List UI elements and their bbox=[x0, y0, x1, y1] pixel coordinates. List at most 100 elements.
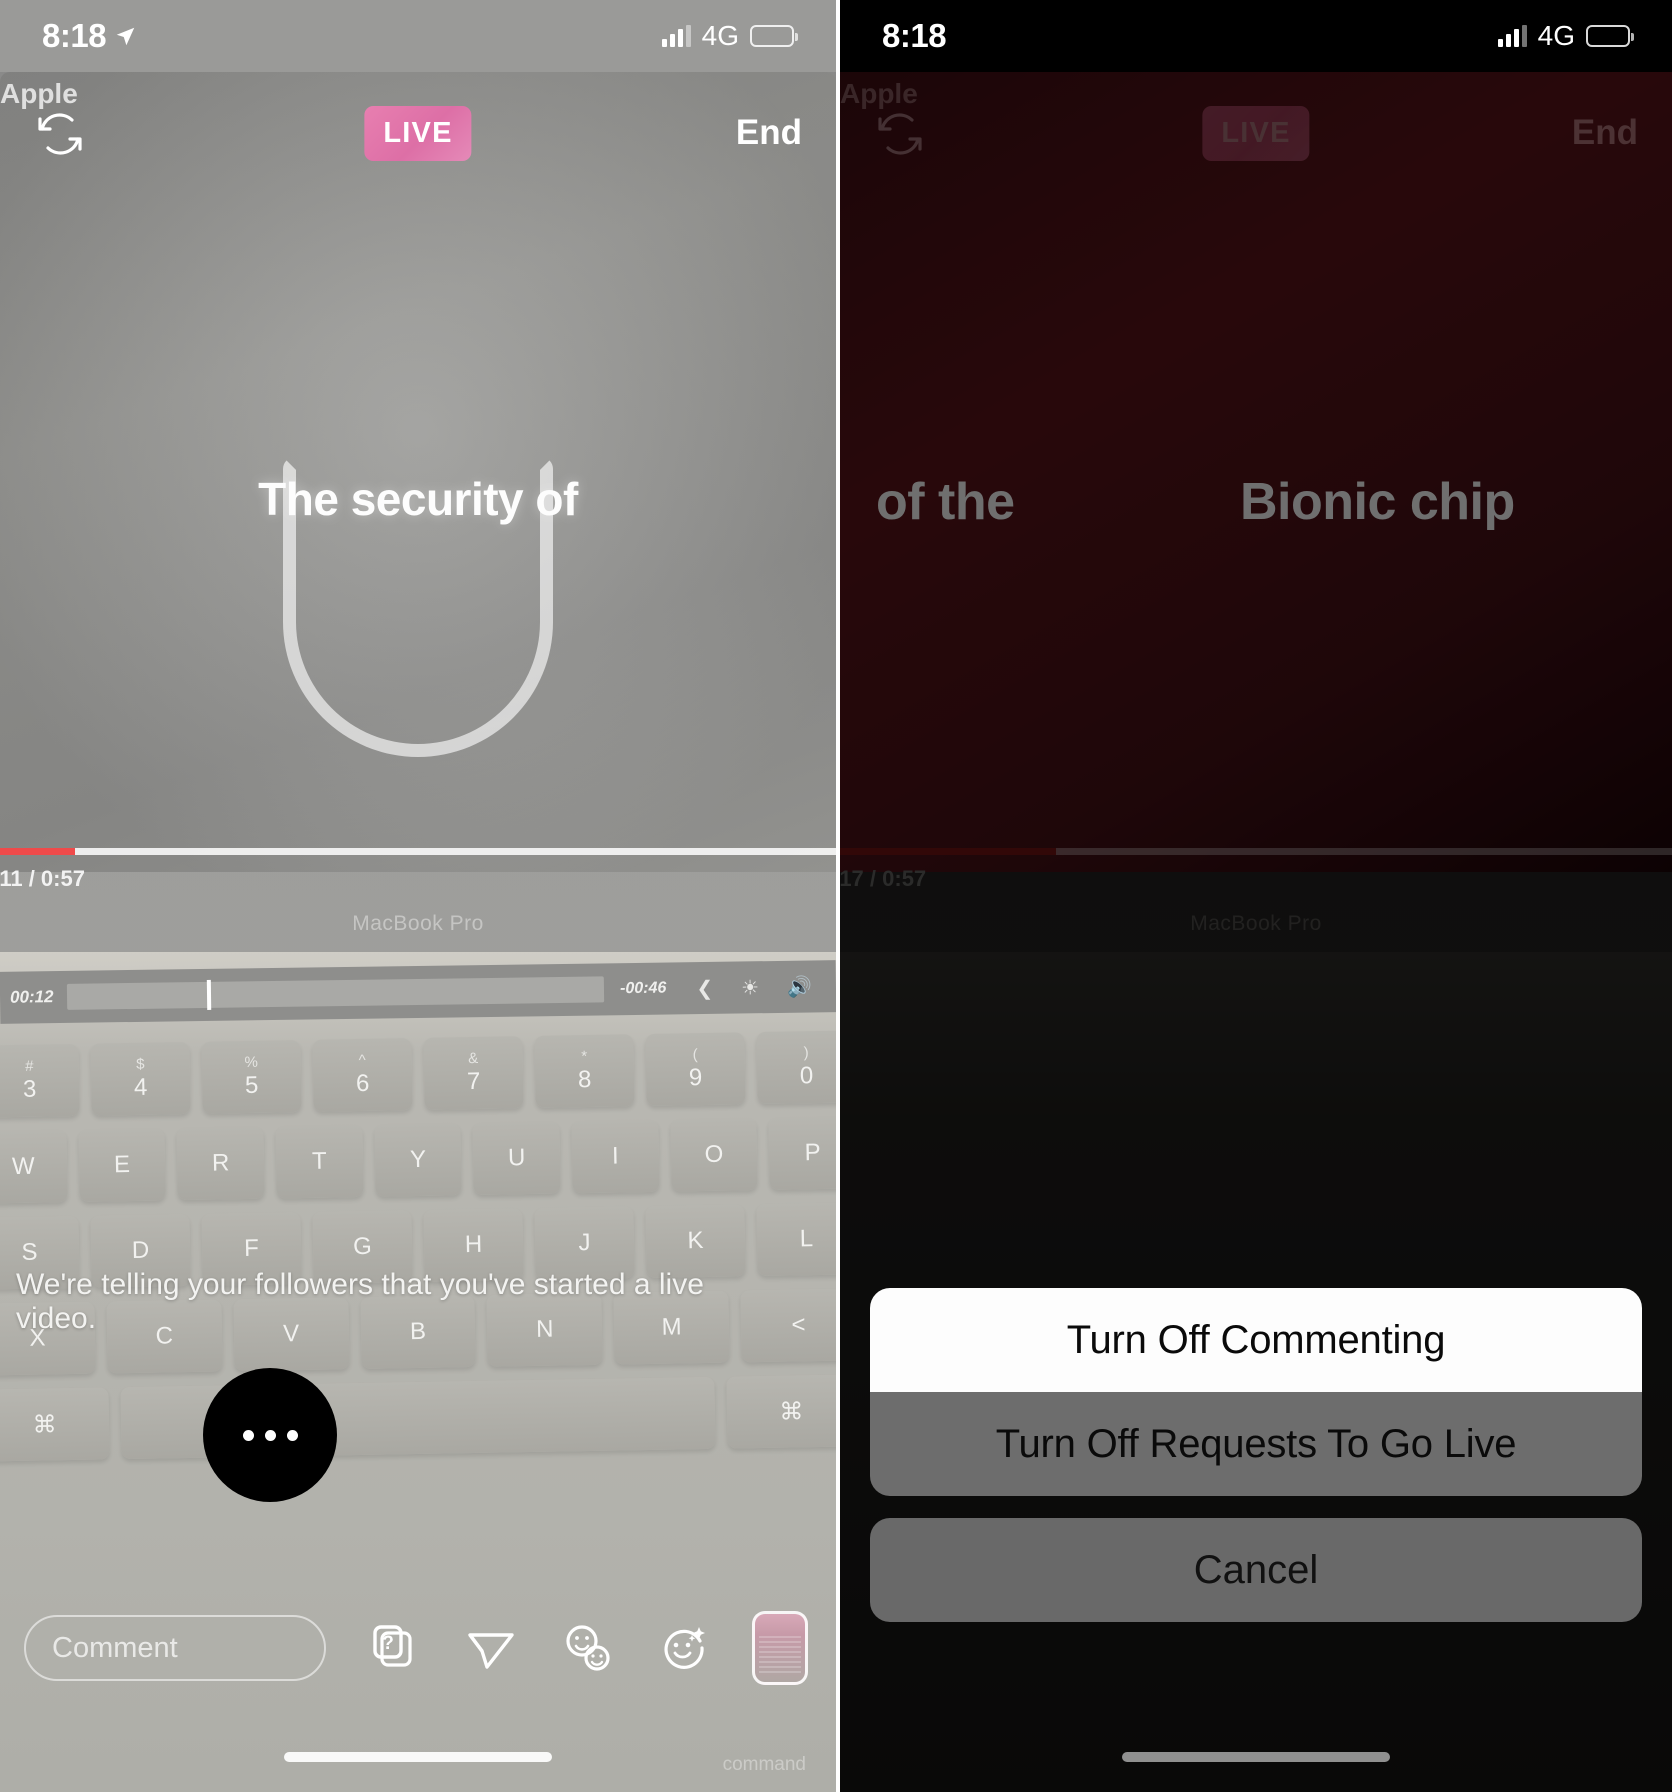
key-6-label: 6 bbox=[355, 1069, 370, 1097]
face-sparkles-icon[interactable] bbox=[656, 1621, 710, 1675]
key-4-sup: $ bbox=[135, 1055, 145, 1073]
camera-preview-thumbnail[interactable] bbox=[752, 1611, 808, 1685]
key-7-sup: & bbox=[468, 1049, 479, 1067]
touch-bar[interactable]: 00:12 -00:46 ❮ ☀ 🔊 bbox=[0, 960, 836, 1024]
status-bar-time: 8:18 bbox=[42, 17, 107, 54]
key-6[interactable]: ^ 6 bbox=[312, 1038, 413, 1112]
key-6-sup: ^ bbox=[358, 1051, 366, 1069]
two-panel-screenshot: The security of :11 / 0:57 MacBook Pro 0… bbox=[0, 0, 1672, 1792]
key-y[interactable]: Y bbox=[374, 1123, 462, 1197]
key-e[interactable]: E bbox=[78, 1128, 167, 1202]
key-3-label: 3 bbox=[22, 1075, 37, 1103]
touchbar-elapsed: 00:12 bbox=[9, 987, 54, 1007]
status-bar-indicators-right: 4G bbox=[1497, 20, 1634, 52]
turn-off-requests-option[interactable]: Turn Off Requests To Go Live bbox=[870, 1392, 1642, 1496]
volume-icon[interactable]: 🔊 bbox=[787, 974, 812, 999]
key-i-label: I bbox=[611, 1142, 619, 1170]
live-bottom-toolbar: Comment ? bbox=[0, 1600, 836, 1696]
ellipsis-icon bbox=[242, 1429, 298, 1441]
command-key-left-label: ⌘ bbox=[32, 1410, 57, 1439]
end-live-button-right[interactable]: End bbox=[1572, 113, 1638, 153]
rotate-camera-icon[interactable] bbox=[34, 107, 86, 159]
battery-icon-right bbox=[1586, 25, 1634, 47]
device-label: MacBook Pro bbox=[352, 912, 484, 935]
question-sticker-icon[interactable]: ? bbox=[368, 1621, 422, 1675]
chevron-left-icon[interactable]: ❮ bbox=[696, 975, 713, 1000]
key-7-label: 7 bbox=[466, 1067, 481, 1095]
command-key-right[interactable]: ⌘ bbox=[726, 1374, 836, 1449]
key-y-label: Y bbox=[409, 1145, 427, 1174]
action-sheet: Turn Off Commenting Turn Off Requests To… bbox=[870, 1288, 1642, 1622]
key-9[interactable]: (9 bbox=[645, 1032, 746, 1107]
cellular-bars-icon-right bbox=[1497, 25, 1527, 47]
two-faces-icon[interactable] bbox=[560, 1621, 614, 1675]
key-w-label: W bbox=[11, 1152, 35, 1181]
live-header: Apple LIVE End bbox=[0, 78, 836, 178]
key-k-label: K bbox=[687, 1227, 704, 1255]
live-system-message: We're telling your followers that you've… bbox=[16, 1268, 704, 1335]
key-7[interactable]: & 7 bbox=[423, 1036, 524, 1110]
cancel-label: Cancel bbox=[1193, 1547, 1319, 1592]
key-p-label: P bbox=[804, 1138, 821, 1167]
command-key-left[interactable]: ⌘ bbox=[0, 1387, 110, 1462]
comment-placeholder: Comment bbox=[52, 1631, 178, 1664]
key-g-label: G bbox=[352, 1232, 373, 1261]
key-5[interactable]: % 5 bbox=[201, 1040, 302, 1114]
video-progress-bar[interactable] bbox=[0, 848, 836, 855]
key-0-sup: ) bbox=[803, 1043, 809, 1061]
key-h-label: H bbox=[464, 1230, 483, 1259]
svg-text:?: ? bbox=[382, 1633, 394, 1654]
paper-plane-icon[interactable] bbox=[464, 1621, 518, 1675]
status-bar-indicators: 4G bbox=[661, 20, 798, 52]
key-e-label: E bbox=[113, 1151, 131, 1179]
username-overlay-right: Apple bbox=[840, 78, 918, 109]
key-0-label: 0 bbox=[799, 1061, 814, 1089]
key-3-sup: # bbox=[24, 1057, 34, 1075]
key-o[interactable]: O bbox=[670, 1118, 758, 1192]
turn-off-commenting-label: Turn Off Commenting bbox=[1066, 1317, 1446, 1362]
key-r[interactable]: R bbox=[176, 1126, 265, 1201]
command-key-text: command bbox=[722, 1754, 806, 1775]
key-t-label: T bbox=[311, 1147, 327, 1175]
key-comma-label: < bbox=[791, 1311, 806, 1339]
end-live-button[interactable]: End bbox=[736, 113, 802, 153]
laptop-screen-region: The security of bbox=[0, 72, 836, 872]
command-key-right-label: ⌘ bbox=[779, 1397, 804, 1426]
touchbar-scrubber-knob[interactable] bbox=[206, 979, 212, 1010]
rotate-camera-icon-right[interactable] bbox=[874, 107, 926, 159]
status-bar-time-group-right: 8:18 bbox=[882, 17, 947, 55]
tap-indicator-more-options[interactable] bbox=[203, 1368, 337, 1502]
key-p[interactable]: P bbox=[768, 1116, 836, 1190]
key-4[interactable]: $4 bbox=[90, 1041, 191, 1116]
key-i[interactable]: I bbox=[571, 1119, 660, 1194]
turn-off-commenting-option[interactable]: Turn Off Commenting bbox=[870, 1288, 1642, 1392]
live-header-dimmed: Apple LIVE End bbox=[840, 78, 1672, 178]
key-8[interactable]: * 8 bbox=[534, 1034, 635, 1108]
video-progress-fill bbox=[0, 848, 76, 855]
key-j-label: J bbox=[578, 1228, 591, 1257]
key-k[interactable]: K bbox=[645, 1204, 746, 1279]
key-3[interactable]: #3 bbox=[0, 1043, 80, 1118]
touchbar-scrubber[interactable] bbox=[67, 976, 605, 1010]
keyboard-number-row: #3 $4 % 5 ^ 6 & 7 * 8 (9 ) 0 bbox=[0, 1030, 836, 1118]
video-timestamp: :11 / 0:57 bbox=[0, 866, 85, 891]
toolbar-icon-group: ? bbox=[368, 1611, 808, 1685]
cellular-bars-icon bbox=[661, 25, 691, 47]
brightness-icon[interactable]: ☀ bbox=[741, 975, 759, 1000]
key-l-label: L bbox=[799, 1225, 814, 1253]
key-t[interactable]: T bbox=[275, 1124, 364, 1199]
key-0[interactable]: ) 0 bbox=[756, 1030, 836, 1105]
network-type-label: 4G bbox=[701, 20, 739, 51]
key-l[interactable]: L bbox=[756, 1202, 836, 1277]
live-badge: LIVE bbox=[364, 105, 472, 161]
key-5-sup: % bbox=[244, 1053, 259, 1071]
comment-input[interactable]: Comment bbox=[24, 1615, 326, 1681]
key-u[interactable]: U bbox=[472, 1121, 561, 1196]
key-comma[interactable]: < bbox=[740, 1288, 836, 1363]
battery-icon bbox=[750, 25, 798, 47]
network-type-label-right: 4G bbox=[1537, 20, 1575, 51]
key-w[interactable]: W bbox=[0, 1130, 68, 1204]
key-s-label: S bbox=[21, 1238, 38, 1266]
username-overlay: Apple bbox=[0, 78, 78, 109]
cancel-button: Cancel bbox=[870, 1518, 1642, 1622]
